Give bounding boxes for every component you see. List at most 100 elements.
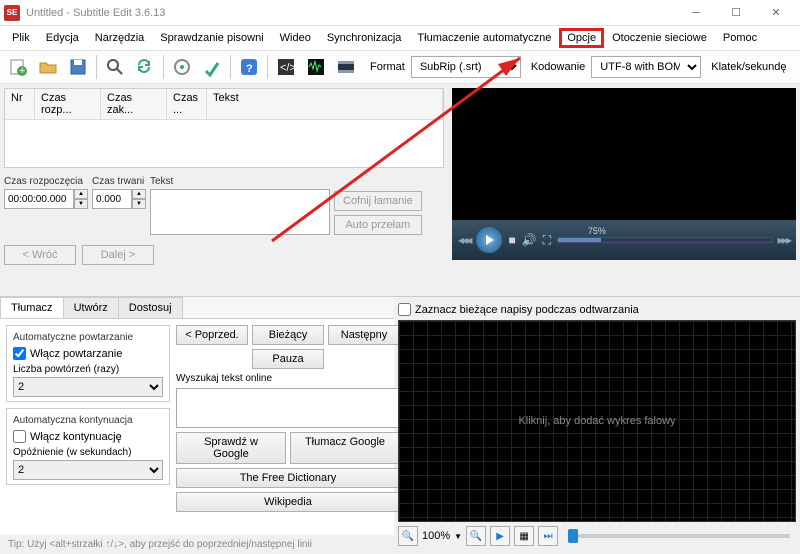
- menu-tools[interactable]: Narzędzia: [87, 28, 153, 48]
- encoding-label: Kodowanie: [531, 61, 585, 73]
- menu-spellcheck[interactable]: Sprawdzanie pisowni: [152, 28, 271, 48]
- duration-label: Czas trwani: [92, 176, 146, 187]
- menu-network[interactable]: Otoczenie sieciowe: [604, 28, 715, 48]
- zoom-out-icon[interactable]: 🔍: [398, 526, 418, 546]
- replace-icon[interactable]: [131, 53, 159, 81]
- fix-errors-icon[interactable]: [168, 53, 196, 81]
- google-translate-button[interactable]: Tłumacz Google: [290, 432, 400, 464]
- spin-down-icon[interactable]: ▼: [132, 199, 146, 209]
- start-time-input[interactable]: [4, 189, 74, 209]
- new-file-icon[interactable]: +: [4, 53, 32, 81]
- auto-repeat-group: Automatyczne powtarzanie Włącz powtarzan…: [6, 325, 170, 402]
- prev-button[interactable]: < Wróć: [4, 245, 76, 265]
- menu-auto-translate[interactable]: Tłumaczenie automatyczne: [409, 28, 559, 48]
- waveform-icon[interactable]: [302, 53, 330, 81]
- source-view-icon[interactable]: </>: [272, 53, 300, 81]
- menu-options[interactable]: Opcje: [559, 28, 604, 48]
- mark-current-label: Zaznacz bieżące napisy podczas odtwarzan…: [415, 304, 639, 316]
- repeat-count-select[interactable]: 2: [13, 377, 163, 397]
- google-button[interactable]: Sprawdź w Google: [176, 432, 286, 464]
- skip-forward-icon[interactable]: ▶▶▶: [778, 236, 790, 245]
- spin-up-icon[interactable]: ▲: [132, 189, 146, 199]
- minimize-button[interactable]: ─: [676, 0, 716, 26]
- maximize-button[interactable]: ☐: [716, 0, 756, 26]
- menu-sync[interactable]: Synchronizacja: [319, 28, 410, 48]
- stop-icon[interactable]: ■: [508, 233, 515, 247]
- subtitle-grid[interactable]: Nr Czas rozp... Czas zak... Czas ... Tek…: [4, 88, 444, 168]
- unbreak-button[interactable]: Cofnij łamanie: [334, 191, 422, 211]
- next-subtitle-button[interactable]: Następny: [328, 325, 400, 345]
- encoding-select[interactable]: UTF-8 with BOM: [591, 56, 701, 78]
- continue-checkbox[interactable]: [13, 430, 26, 443]
- spellcheck-icon[interactable]: [198, 53, 226, 81]
- next-button[interactable]: Dalej >: [82, 245, 154, 265]
- toolbar: + ? </> Format SubRip (.srt) Kodowanie U…: [0, 50, 800, 84]
- menu-video[interactable]: Wideo: [272, 28, 319, 48]
- separator: [230, 55, 231, 79]
- col-end[interactable]: Czas zak...: [101, 89, 167, 119]
- zoom-percent: 100%: [422, 530, 450, 542]
- col-duration[interactable]: Czas ...: [167, 89, 207, 119]
- free-dictionary-button[interactable]: The Free Dictionary: [176, 468, 400, 488]
- mark-current-checkbox[interactable]: [398, 303, 411, 316]
- chevron-down-icon[interactable]: ▼: [454, 532, 462, 541]
- delay-select[interactable]: 2: [13, 460, 163, 480]
- fullscreen-icon[interactable]: ⛶: [543, 233, 551, 248]
- close-button[interactable]: ✕: [756, 0, 796, 26]
- slider-thumb[interactable]: [568, 529, 578, 543]
- wikipedia-button[interactable]: Wikipedia: [176, 492, 400, 512]
- open-file-icon[interactable]: [34, 53, 62, 81]
- menu-help[interactable]: Pomoc: [715, 28, 765, 48]
- video-player[interactable]: ◀◀◀ ■ 🔊 ⛶ 75% ▶▶▶: [452, 88, 796, 260]
- position-slider[interactable]: [568, 534, 790, 538]
- film-strip-icon[interactable]: ▦: [514, 526, 534, 546]
- fps-label: Klatek/sekundę: [711, 61, 786, 73]
- current-button[interactable]: Bieżący: [252, 325, 324, 345]
- help-icon[interactable]: ?: [235, 53, 263, 81]
- tab-adjust[interactable]: Dostosuj: [118, 297, 183, 318]
- video-controls: ◀◀◀ ■ 🔊 ⛶ 75% ▶▶▶: [452, 220, 796, 260]
- video-progress[interactable]: 75%: [557, 237, 771, 243]
- previous-button[interactable]: < Poprzed.: [176, 325, 248, 345]
- col-start[interactable]: Czas rozp...: [35, 89, 101, 119]
- delay-label: Opóźnienie (w sekundach): [13, 447, 163, 458]
- zoom-in-icon[interactable]: 🔍: [466, 526, 486, 546]
- svg-text:</>: </>: [280, 62, 296, 74]
- find-icon[interactable]: [101, 53, 129, 81]
- svg-text:+: +: [19, 65, 25, 77]
- duration-input[interactable]: [92, 189, 132, 209]
- search-online-label: Wyszukaj tekst online: [176, 373, 400, 384]
- duration-spinner[interactable]: ▲▼: [92, 189, 146, 209]
- repeat-checkbox[interactable]: [13, 347, 26, 360]
- app-icon: SE: [4, 5, 20, 21]
- subtitle-text-input[interactable]: [150, 189, 330, 235]
- spin-up-icon[interactable]: ▲: [74, 189, 88, 199]
- waveform-panel[interactable]: Kliknij, aby dodać wykres falowy: [398, 320, 796, 522]
- col-text[interactable]: Tekst: [207, 89, 443, 119]
- next-marker-icon[interactable]: ⏭: [538, 526, 558, 546]
- play-button[interactable]: [476, 227, 502, 253]
- continue-check-label: Włącz kontynuację: [30, 431, 122, 443]
- start-time-spinner[interactable]: ▲▼: [4, 189, 88, 209]
- format-label: Format: [370, 61, 405, 73]
- skip-back-icon[interactable]: ◀◀◀: [458, 236, 470, 245]
- col-nr[interactable]: Nr: [5, 89, 35, 119]
- autobreak-button[interactable]: Auto przełam: [334, 215, 422, 235]
- spin-down-icon[interactable]: ▼: [74, 199, 88, 209]
- grid-header: Nr Czas rozp... Czas zak... Czas ... Tek…: [5, 89, 443, 120]
- volume-icon[interactable]: 🔊: [522, 233, 537, 247]
- repeat-count-label: Liczba powtórzeń (razy): [13, 364, 163, 375]
- pause-button[interactable]: Pauza: [252, 349, 324, 369]
- separator: [163, 55, 164, 79]
- tabs: Tłumacz Utwórz Dostosuj: [0, 297, 394, 319]
- play-selection-icon[interactable]: ▶: [490, 526, 510, 546]
- format-select[interactable]: SubRip (.srt): [411, 56, 521, 78]
- tab-translate[interactable]: Tłumacz: [0, 297, 64, 318]
- search-online-input[interactable]: [176, 388, 400, 428]
- tab-create[interactable]: Utwórz: [63, 297, 119, 318]
- video-icon[interactable]: [332, 53, 360, 81]
- titlebar: SE Untitled - Subtitle Edit 3.6.13 ─ ☐ ✕: [0, 0, 800, 26]
- save-file-icon[interactable]: [64, 53, 92, 81]
- menu-file[interactable]: Plik: [4, 28, 38, 48]
- menu-edit[interactable]: Edycja: [38, 28, 87, 48]
